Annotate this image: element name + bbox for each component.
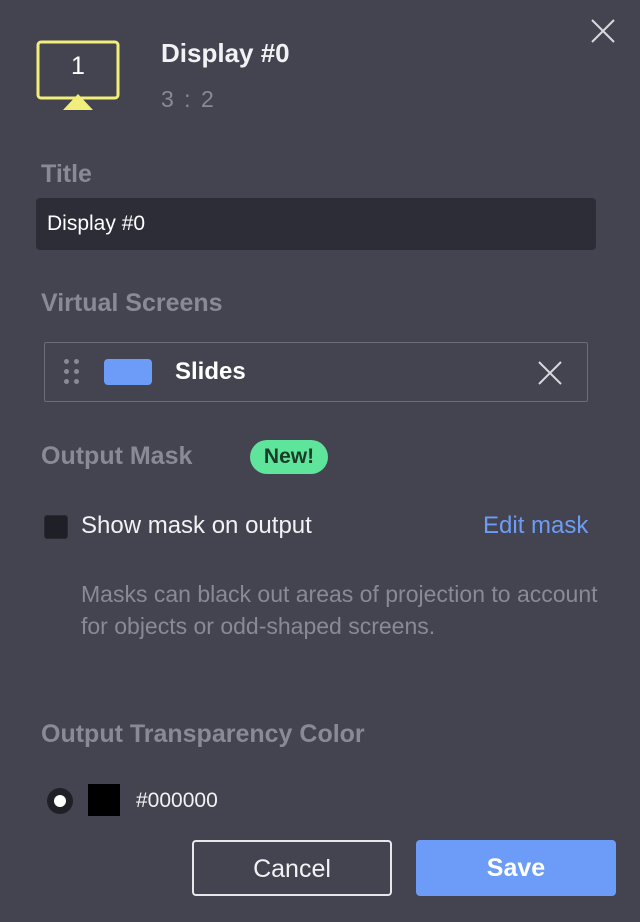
output-mask-label: Output Mask — [41, 442, 193, 470]
drag-handle-icon[interactable] — [63, 358, 81, 388]
remove-icon[interactable] — [537, 360, 563, 386]
show-mask-label[interactable]: Show mask on output — [81, 512, 312, 540]
transparency-color-label: Output Transparency Color — [41, 720, 365, 748]
display-title: Display #0 — [161, 38, 290, 68]
title-section-label: Title — [41, 160, 92, 188]
edit-mask-link[interactable]: Edit mask — [483, 512, 588, 540]
virtual-screens-label: Virtual Screens — [41, 289, 223, 317]
transparency-color-hex: #000000 — [136, 789, 218, 812]
show-mask-checkbox[interactable] — [44, 515, 68, 539]
cancel-button[interactable]: Cancel — [192, 840, 392, 896]
radio-selected-dot — [54, 795, 66, 807]
display-number: 1 — [71, 52, 85, 80]
new-badge: New! — [250, 440, 328, 474]
virtual-screen-color-swatch — [104, 359, 152, 385]
virtual-screen-name: Slides — [175, 358, 246, 385]
transparency-color-radio[interactable] — [47, 788, 73, 814]
display-monitor-icon: 1 — [36, 40, 122, 112]
close-icon[interactable] — [588, 16, 618, 46]
save-button[interactable]: Save — [416, 840, 616, 896]
virtual-screen-item[interactable]: Slides — [44, 342, 588, 402]
display-settings-panel: 1 Display #0 3 : 2 Title Virtual Screens… — [0, 0, 640, 922]
aspect-ratio: 3 : 2 — [161, 86, 216, 112]
transparency-color-swatch[interactable] — [88, 784, 120, 816]
mask-help-text: Masks can black out areas of projection … — [81, 581, 598, 639]
title-input[interactable] — [36, 198, 596, 250]
